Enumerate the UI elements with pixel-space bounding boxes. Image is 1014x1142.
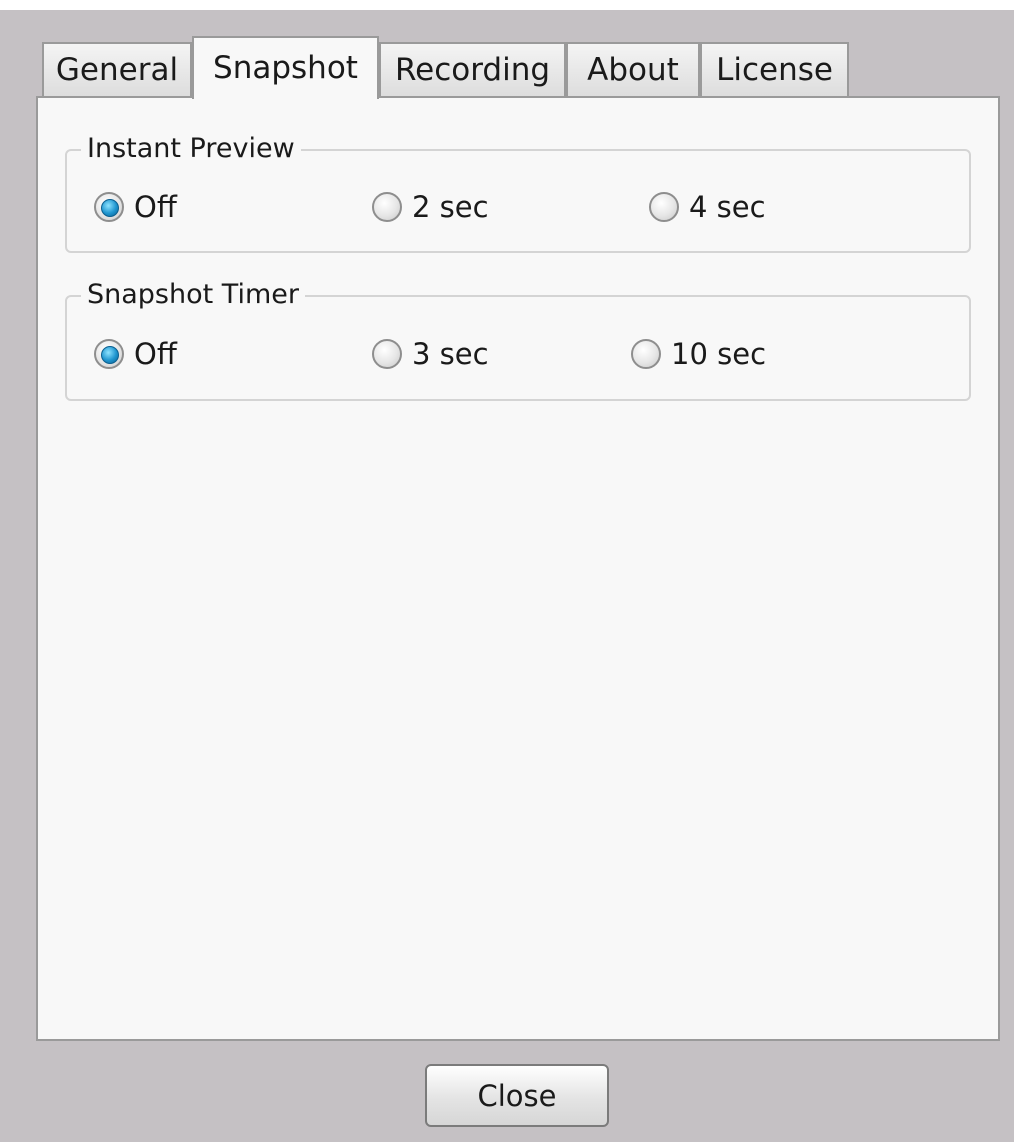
instant-preview-4sec-radio[interactable]: 4 sec (649, 187, 766, 227)
radio-unchecked-icon (649, 192, 679, 222)
snapshot-timer-10sec-radio[interactable]: 10 sec (631, 334, 766, 374)
tab-about[interactable]: About (566, 42, 700, 98)
radio-checked-icon (94, 339, 124, 369)
radio-label: Off (134, 190, 177, 224)
instant-preview-2sec-radio[interactable]: 2 sec (372, 187, 489, 227)
close-button[interactable]: Close (425, 1064, 609, 1127)
radio-label: Off (134, 337, 177, 371)
radio-label: 10 sec (671, 337, 767, 371)
tab-general[interactable]: General (42, 42, 192, 98)
snapshot-timer-off-radio[interactable]: Off (94, 334, 177, 374)
snapshot-timer-title: Snapshot Timer (81, 275, 305, 315)
radio-checked-icon (94, 192, 124, 222)
radio-label: 4 sec (689, 190, 766, 224)
radio-unchecked-icon (631, 339, 661, 369)
radio-label: 2 sec (412, 190, 489, 224)
radio-label: 3 sec (412, 337, 489, 371)
snapshot-timer-3sec-radio[interactable]: 3 sec (372, 334, 489, 374)
tab-snapshot[interactable]: Snapshot (192, 36, 379, 99)
radio-unchecked-icon (372, 192, 402, 222)
settings-dialog: General Snapshot Recording About License… (0, 0, 1014, 1142)
tab-panel-snapshot: Instant Preview Off 2 sec 4 sec Snapshot… (36, 96, 1000, 1041)
tab-license[interactable]: License (700, 42, 849, 98)
radio-unchecked-icon (372, 339, 402, 369)
instant-preview-group: Instant Preview Off 2 sec 4 sec (65, 129, 971, 253)
instant-preview-title: Instant Preview (81, 129, 301, 169)
snapshot-timer-group: Snapshot Timer Off 3 sec 10 sec (65, 275, 971, 401)
instant-preview-off-radio[interactable]: Off (94, 187, 177, 227)
tab-recording[interactable]: Recording (379, 42, 566, 98)
tab-bar: General Snapshot Recording About License (0, 0, 1014, 99)
